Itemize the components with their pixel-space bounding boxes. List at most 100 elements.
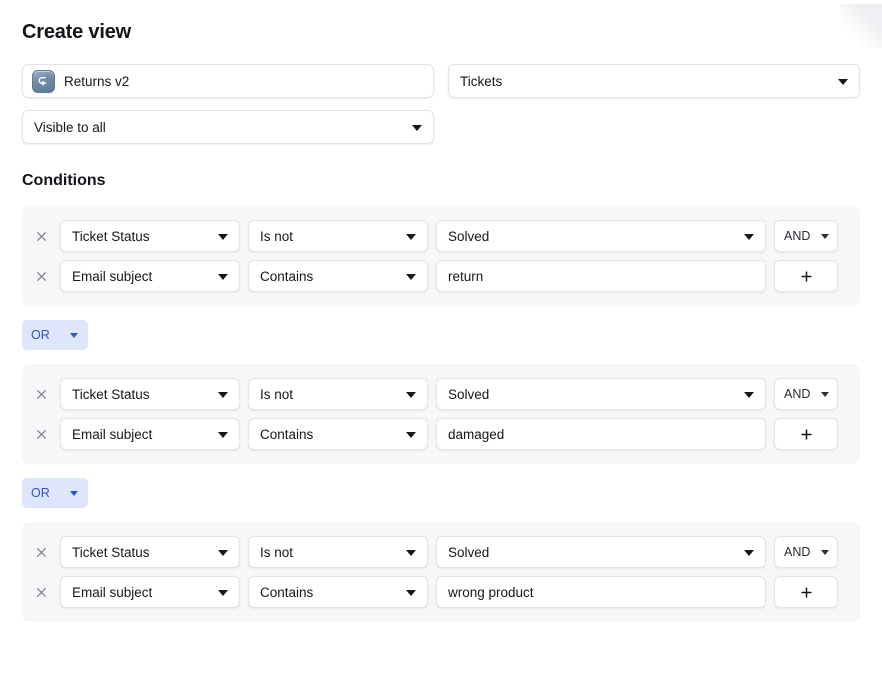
condition-attribute-select-value: Ticket Status [72,544,150,560]
condition-operator-select[interactable]: Is not [248,378,428,410]
chevron-down-icon [70,333,78,338]
remove-condition-button[interactable] [30,581,52,603]
chevron-down-icon [218,550,228,556]
remove-condition-button[interactable] [30,265,52,287]
condition-attribute-select[interactable]: Email subject [60,260,240,292]
return-arrow-icon [32,69,55,93]
group-logic-operator-label: OR [31,328,50,342]
remove-condition-button[interactable] [30,541,52,563]
condition-value-input[interactable]: wrong product [436,576,766,608]
condition-row: Ticket Status Is not Solved AND [30,216,850,256]
chevron-down-icon [821,234,829,239]
condition-attribute-select[interactable]: Email subject [60,576,240,608]
chevron-down-icon [218,392,228,398]
condition-value-select[interactable]: Solved [436,378,766,410]
condition-attribute-select-value: Ticket Status [72,228,150,244]
condition-operator-select-value: Is not [260,544,294,560]
condition-value-input-value: wrong product [448,584,534,600]
condition-attribute-select-value: Email subject [72,584,153,600]
condition-operator-select[interactable]: Contains [248,260,428,292]
chevron-down-icon [744,550,754,556]
condition-attribute-select[interactable]: Email subject [60,418,240,450]
condition-operator-select-value: Contains [260,584,314,600]
condition-operator-select-value: Is not [260,386,294,402]
condition-row: Email subject Contains damaged [30,414,850,454]
chevron-down-icon [744,392,754,398]
condition-value-input-value: return [448,268,484,284]
visibility-row: Visible to all [22,110,860,144]
chevron-down-icon [821,392,829,397]
condition-operator-select-value: Is not [260,228,294,244]
condition-group: Ticket Status Is not Solved AND Email subjec… [22,364,860,464]
condition-row: Email subject Contains wrong product [30,572,850,612]
condition-operator-select[interactable]: Is not [248,536,428,568]
plus-icon [800,270,812,282]
close-icon [36,587,46,597]
close-icon [36,271,46,281]
chevron-down-icon [406,274,416,280]
view-visibility-select[interactable]: Visible to all [22,110,434,144]
condition-group: Ticket Status Is not Solved AND Email subjec… [22,206,860,306]
close-icon [36,547,46,557]
group-logic-operator-or[interactable]: OR [22,320,88,350]
condition-value-select[interactable]: Solved [436,536,766,568]
plus-icon [800,586,812,598]
condition-operator-select-value: Contains [260,268,314,284]
group-logic-operator-label: OR [31,486,50,500]
page-title: Create view [22,21,131,43]
view-type-select[interactable]: Tickets [448,64,860,98]
view-type-value: Tickets [460,73,503,89]
condition-operator-select-value: Contains [260,426,314,442]
chevron-down-icon [218,234,228,240]
chevron-down-icon [412,125,422,131]
condition-operator-select[interactable]: Is not [248,220,428,252]
remove-condition-button[interactable] [30,225,52,247]
condition-attribute-select-value: Email subject [72,426,153,442]
condition-row: Email subject Contains return [30,256,850,296]
condition-value-select-value: Solved [448,386,490,402]
chevron-down-icon [70,491,78,496]
plus-icon [800,428,812,440]
chevron-down-icon [218,274,228,280]
condition-attribute-select[interactable]: Ticket Status [60,220,240,252]
close-icon [36,231,46,241]
view-name-value: Returns v2 [64,73,130,89]
condition-value-input[interactable]: return [436,260,766,292]
condition-logic-operator-select-value: AND [784,387,811,401]
condition-attribute-select[interactable]: Ticket Status [60,536,240,568]
chevron-down-icon [744,234,754,240]
condition-operator-select[interactable]: Contains [248,576,428,608]
condition-logic-operator-select-value: AND [784,545,811,559]
condition-logic-operator-select[interactable]: AND [774,536,838,568]
chevron-down-icon [406,590,416,596]
condition-groups: Ticket Status Is not Solved AND Email subjec… [22,206,860,622]
condition-logic-operator-select-value: AND [784,229,811,243]
chevron-down-icon [218,432,228,438]
condition-operator-select[interactable]: Contains [248,418,428,450]
condition-value-input[interactable]: damaged [436,418,766,450]
view-visibility-value: Visible to all [34,119,106,135]
add-condition-button[interactable] [774,260,838,292]
remove-condition-button[interactable] [30,383,52,405]
condition-logic-operator-select[interactable]: AND [774,220,838,252]
view-name-input[interactable]: Returns v2 [22,64,434,98]
condition-attribute-select[interactable]: Ticket Status [60,378,240,410]
chevron-down-icon [406,392,416,398]
condition-attribute-select-value: Ticket Status [72,386,150,402]
add-condition-button[interactable] [774,418,838,450]
chevron-down-icon [406,432,416,438]
close-icon [36,389,46,399]
chevron-down-icon [406,550,416,556]
create-view-panel: Create view Returns v2 Tickets Visible t… [0,18,882,622]
chevron-down-icon [821,550,829,555]
add-condition-button[interactable] [774,576,838,608]
remove-condition-button[interactable] [30,423,52,445]
group-logic-operator-or[interactable]: OR [22,478,88,508]
condition-value-select[interactable]: Solved [436,220,766,252]
condition-logic-operator-select[interactable]: AND [774,378,838,410]
view-settings-row: Returns v2 Tickets [22,64,860,98]
condition-row: Ticket Status Is not Solved AND [30,374,850,414]
condition-group: Ticket Status Is not Solved AND Email subjec… [22,522,860,622]
condition-value-input-value: damaged [448,426,505,442]
condition-value-select-value: Solved [448,228,490,244]
